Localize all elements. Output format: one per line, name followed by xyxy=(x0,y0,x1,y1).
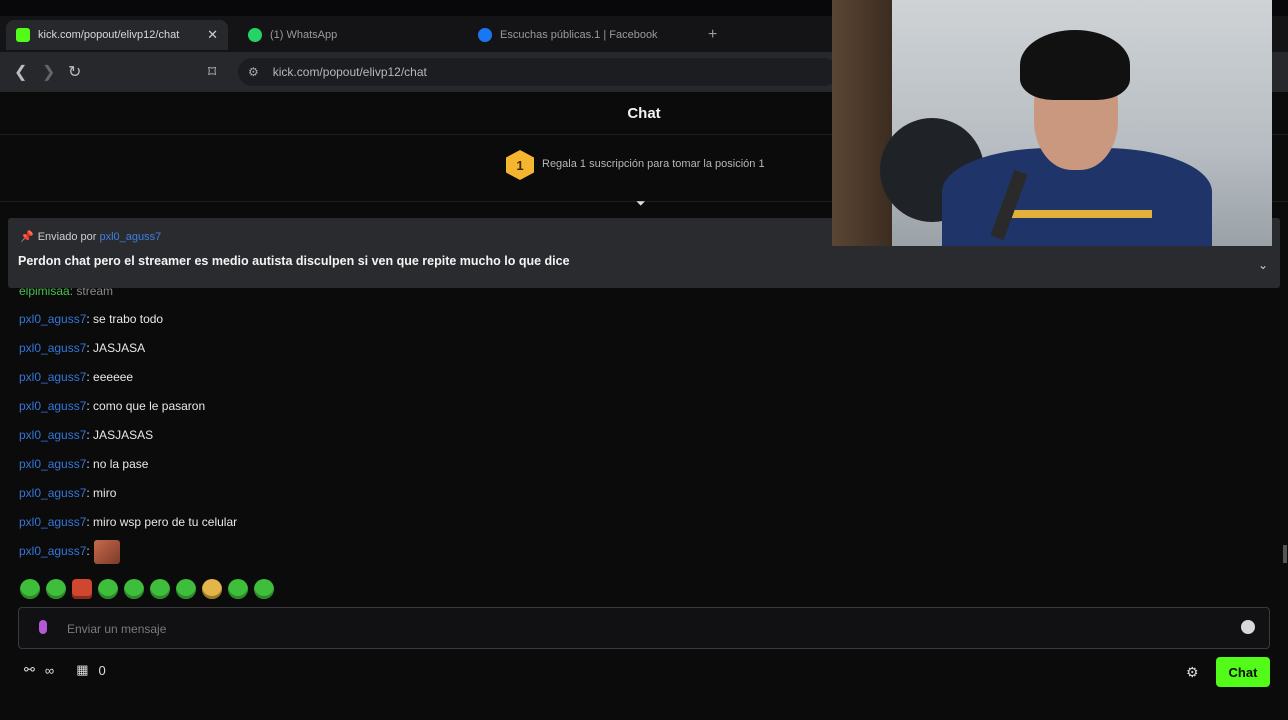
chat-message-text: : eeeeee xyxy=(86,370,134,384)
kick-icon xyxy=(16,28,30,42)
chat-message: pxl0_aguss7: JASJASAS xyxy=(19,428,153,442)
chat-message-text: : se trabo todo xyxy=(86,312,164,326)
chat-footer-left: ⚯ ∞ ▦ 0 xyxy=(24,662,106,678)
webcam-overlay xyxy=(832,0,1272,246)
chat-message-text: : miro wsp pero de tu celular xyxy=(86,515,238,529)
url-text: kick.com/popout/elivp12/chat xyxy=(272,65,427,79)
message-input[interactable] xyxy=(65,616,1219,642)
share-icon[interactable]: ⚯ xyxy=(24,662,35,678)
chat-username[interactable]: pxl0_aguss7 xyxy=(19,515,86,529)
emoji-picker-icon[interactable] xyxy=(1241,620,1255,634)
gear-icon[interactable]: ⚙ xyxy=(1186,664,1199,681)
rank-number: 1 xyxy=(516,157,524,173)
chat-message-text: : miro xyxy=(86,486,117,500)
chat-message-text: : no la pase xyxy=(86,457,149,471)
chat-message-text: : JASJASA xyxy=(86,341,146,355)
message-input-box xyxy=(18,607,1270,649)
chat-username[interactable]: pxl0_aguss7 xyxy=(19,486,86,500)
emote-icon[interactable] xyxy=(124,579,144,599)
bookmark-icon[interactable]: ⌑ xyxy=(208,62,216,82)
pinned-username[interactable]: pxl0_aguss7 xyxy=(99,231,161,243)
pinned-sent-by: Enviado por xyxy=(37,231,97,243)
chat-message-text: : xyxy=(86,544,90,559)
tab-label: (1) WhatsApp xyxy=(270,29,338,41)
tab-label: Escuchas públicas.1 | Facebook xyxy=(500,29,658,41)
close-icon[interactable]: ✕ xyxy=(207,27,218,43)
chat-message: pxl0_aguss7: se trabo todo xyxy=(19,312,163,326)
microphone-icon[interactable] xyxy=(39,620,47,634)
site-info-icon[interactable]: ⚙ xyxy=(248,65,259,79)
chat-username[interactable]: pxl0_aguss7 xyxy=(19,428,86,442)
chat-message: pxl0_aguss7: eeeeee xyxy=(19,370,133,384)
back-icon[interactable]: ❮ xyxy=(14,62,27,82)
chat-message-text: : como que le pasaron xyxy=(86,399,206,413)
expand-leaderboard-icon[interactable]: ⏷ xyxy=(636,196,646,211)
chat-scrollbar[interactable] xyxy=(1283,545,1287,563)
tab-label: kick.com/popout/elivp12/chat xyxy=(38,29,180,41)
chat-message: pxl0_aguss7: no la pase xyxy=(19,457,148,471)
emote-image xyxy=(93,540,120,564)
facebook-icon xyxy=(478,28,492,42)
emote-icon[interactable] xyxy=(20,579,40,599)
emote-icon[interactable] xyxy=(202,579,222,599)
chat-username[interactable]: pxl0_aguss7 xyxy=(19,312,86,326)
pinned-text: Perdon chat pero el streamer es medio au… xyxy=(18,254,570,268)
chevron-down-icon[interactable]: ⌄ xyxy=(1258,258,1268,272)
pin-icon: 📌 xyxy=(20,231,34,243)
tab-kick-chat[interactable]: kick.com/popout/elivp12/chat ✕ xyxy=(6,20,228,50)
tab-facebook[interactable]: Escuchas públicas.1 | Facebook xyxy=(468,20,698,50)
chat-username[interactable]: pxl0_aguss7 xyxy=(19,341,86,355)
emote-icon[interactable] xyxy=(176,579,196,599)
emote-icon[interactable] xyxy=(228,579,248,599)
chat-username[interactable]: pxl0_aguss7 xyxy=(19,457,86,471)
reload-icon[interactable]: ↻ xyxy=(68,62,81,82)
emote-icon[interactable] xyxy=(254,579,274,599)
webcam-background xyxy=(832,0,892,246)
chat-message: pxl0_aguss7: JASJASA xyxy=(19,341,145,355)
store-icon[interactable]: ▦ xyxy=(76,662,88,678)
forward-icon[interactable]: ❯ xyxy=(42,62,55,82)
chat-username[interactable]: pxl0_aguss7 xyxy=(19,544,86,558)
pinned-header: 📌 Enviado por pxl0_aguss7 xyxy=(20,230,161,243)
whatsapp-icon xyxy=(248,28,262,42)
gift-sub-prompt[interactable]: Regala 1 suscripción para tomar la posic… xyxy=(542,158,765,170)
points-count: 0 xyxy=(98,662,106,678)
new-tab-button[interactable]: + xyxy=(708,26,717,44)
emote-icon[interactable] xyxy=(150,579,170,599)
tab-whatsapp[interactable]: (1) WhatsApp xyxy=(238,20,458,50)
chat-message: pxl0_aguss7: como que le pasaron xyxy=(19,399,205,413)
chat-title: Chat xyxy=(627,104,661,122)
chat-send-button[interactable]: Chat xyxy=(1216,657,1270,687)
url-field[interactable]: ⚙ kick.com/popout/elivp12/chat xyxy=(238,58,838,86)
chat-message: pxl0_aguss7: miro wsp pero de tu celular xyxy=(19,515,237,529)
emote-icon[interactable] xyxy=(98,579,118,599)
emote-quick-row xyxy=(20,579,274,599)
emote-icon[interactable] xyxy=(72,579,92,599)
chat-username[interactable]: pxl0_aguss7 xyxy=(19,399,86,413)
chat-message: pxl0_aguss7: miro xyxy=(19,486,116,500)
chat-username[interactable]: pxl0_aguss7 xyxy=(19,370,86,384)
streamer-figure xyxy=(942,30,1212,246)
link-icon[interactable]: ∞ xyxy=(45,663,54,678)
emote-icon[interactable] xyxy=(46,579,66,599)
chat-message: pxl0_aguss7: xyxy=(19,540,120,564)
chat-message-text: : JASJASAS xyxy=(86,428,154,442)
